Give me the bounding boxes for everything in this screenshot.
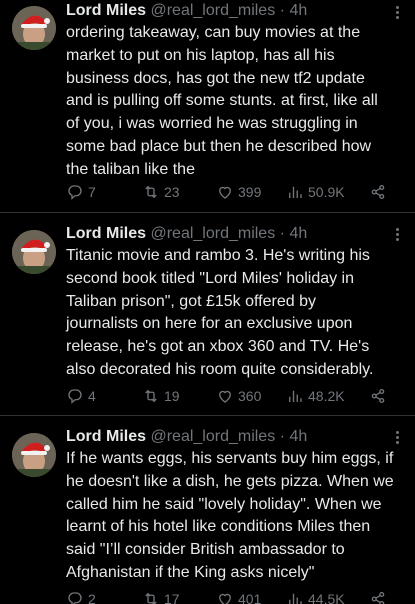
views-button[interactable]: 44.5K (286, 589, 345, 604)
reply-icon (68, 389, 82, 404)
more-icon[interactable] (391, 228, 405, 242)
reply-count: 2 (88, 591, 96, 604)
view-count: 44.5K (308, 591, 345, 604)
share-icon (371, 388, 385, 404)
view-count: 48.2K (308, 388, 345, 404)
author-handle[interactable]: @real_lord_miles (150, 225, 275, 242)
tweet-text: ordering takeaway, can buy movies at the… (66, 24, 378, 178)
more-icon[interactable] (391, 6, 405, 20)
tweet-1[interactable]: Lord Miles @real_lord_miles · 4h orderin… (0, 0, 415, 212)
author-name[interactable]: Lord Miles (66, 2, 146, 19)
author-handle[interactable]: @real_lord_miles (150, 428, 275, 445)
view-count: 50.9K (308, 184, 345, 200)
avatar[interactable] (12, 433, 56, 477)
tweet-header: Lord Miles @real_lord_miles · 4h (66, 0, 401, 22)
tweet-2[interactable]: Lord Miles @real_lord_miles · 4h Titanic… (0, 212, 415, 415)
tweet-actions: 2 17 401 44.5K (66, 589, 406, 604)
avatar[interactable] (12, 6, 56, 50)
views-button[interactable]: 50.9K (286, 182, 345, 202)
tweet-feed: Lord Miles @real_lord_miles · 4h orderin… (0, 0, 415, 604)
tweet-actions: 4 19 360 48.2K (66, 386, 406, 406)
retweet-count: 23 (164, 184, 180, 200)
like-button[interactable]: 399 (216, 182, 261, 202)
timestamp[interactable]: 4h (289, 225, 307, 242)
like-button[interactable]: 360 (216, 386, 261, 406)
share-button[interactable] (369, 182, 387, 202)
more-icon[interactable] (391, 431, 405, 445)
tweet-3[interactable]: Lord Miles @real_lord_miles · 4h If he w… (0, 415, 415, 604)
like-icon (219, 390, 231, 403)
views-icon (289, 390, 302, 402)
tweet-actions: 7 23 399 50.9K (66, 182, 406, 202)
views-button[interactable]: 48.2K (286, 386, 345, 406)
author-handle[interactable]: @real_lord_miles (150, 2, 275, 19)
retweet-count: 17 (164, 591, 180, 604)
author-name[interactable]: Lord Miles (66, 428, 146, 445)
reply-icon (68, 185, 82, 200)
tweet-text: If he wants eggs, his servants buy him e… (66, 450, 394, 581)
share-icon (371, 184, 385, 200)
retweet-icon (145, 592, 157, 604)
timestamp[interactable]: 4h (289, 428, 307, 445)
retweet-button[interactable]: 17 (142, 589, 180, 604)
views-icon (289, 186, 302, 198)
separator-dot: · (279, 428, 285, 445)
views-icon (289, 593, 302, 604)
reply-button[interactable]: 2 (66, 589, 96, 604)
author-name[interactable]: Lord Miles (66, 225, 146, 242)
reply-button[interactable]: 7 (66, 182, 96, 202)
like-count: 401 (238, 591, 262, 604)
share-button[interactable] (369, 386, 387, 406)
separator-dot: · (279, 225, 285, 242)
retweet-icon (145, 185, 157, 199)
reply-count: 7 (88, 184, 96, 200)
reply-count: 4 (88, 388, 96, 404)
like-count: 360 (238, 388, 262, 404)
tweet-header: Lord Miles @real_lord_miles · 4h (66, 426, 401, 448)
share-button[interactable] (369, 589, 387, 604)
reply-icon (68, 592, 82, 604)
share-icon (371, 591, 385, 604)
reply-button[interactable]: 4 (66, 386, 96, 406)
retweet-button[interactable]: 23 (142, 182, 180, 202)
avatar[interactable] (12, 230, 56, 274)
like-button[interactable]: 401 (216, 589, 261, 604)
like-icon (219, 593, 231, 604)
tweet-header: Lord Miles @real_lord_miles · 4h (66, 223, 401, 245)
separator-dot: · (279, 2, 285, 19)
retweet-icon (145, 389, 157, 403)
like-count: 399 (238, 184, 262, 200)
tweet-text: Titanic movie and rambo 3. He's writing … (66, 247, 374, 378)
retweet-button[interactable]: 19 (142, 386, 180, 406)
retweet-count: 19 (164, 388, 180, 404)
like-icon (219, 186, 231, 199)
timestamp[interactable]: 4h (289, 2, 307, 19)
